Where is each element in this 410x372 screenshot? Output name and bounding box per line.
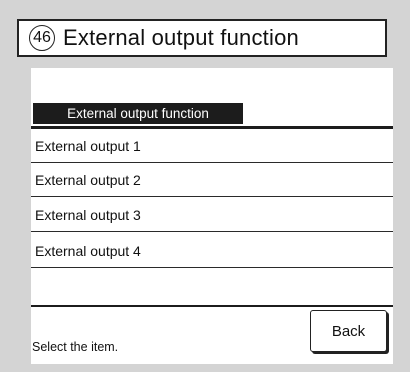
menu-item-external-output-3[interactable]: External output 3 xyxy=(31,198,393,232)
menu-item-external-output-4[interactable]: External output 4 xyxy=(31,234,393,268)
menu-item-external-output-1[interactable]: External output 1 xyxy=(31,129,393,163)
menu-panel: External output function External output… xyxy=(31,68,393,364)
page-title: External output function xyxy=(63,25,299,50)
back-button[interactable]: Back xyxy=(310,310,387,352)
footer-divider xyxy=(31,305,393,307)
status-text: Select the item. xyxy=(32,340,119,354)
section-tab: External output function xyxy=(33,103,243,124)
page-title-box: 46 External output function xyxy=(17,19,387,57)
title-number-badge: 46 xyxy=(29,25,55,51)
menu-item-external-output-2[interactable]: External output 2 xyxy=(31,163,393,197)
